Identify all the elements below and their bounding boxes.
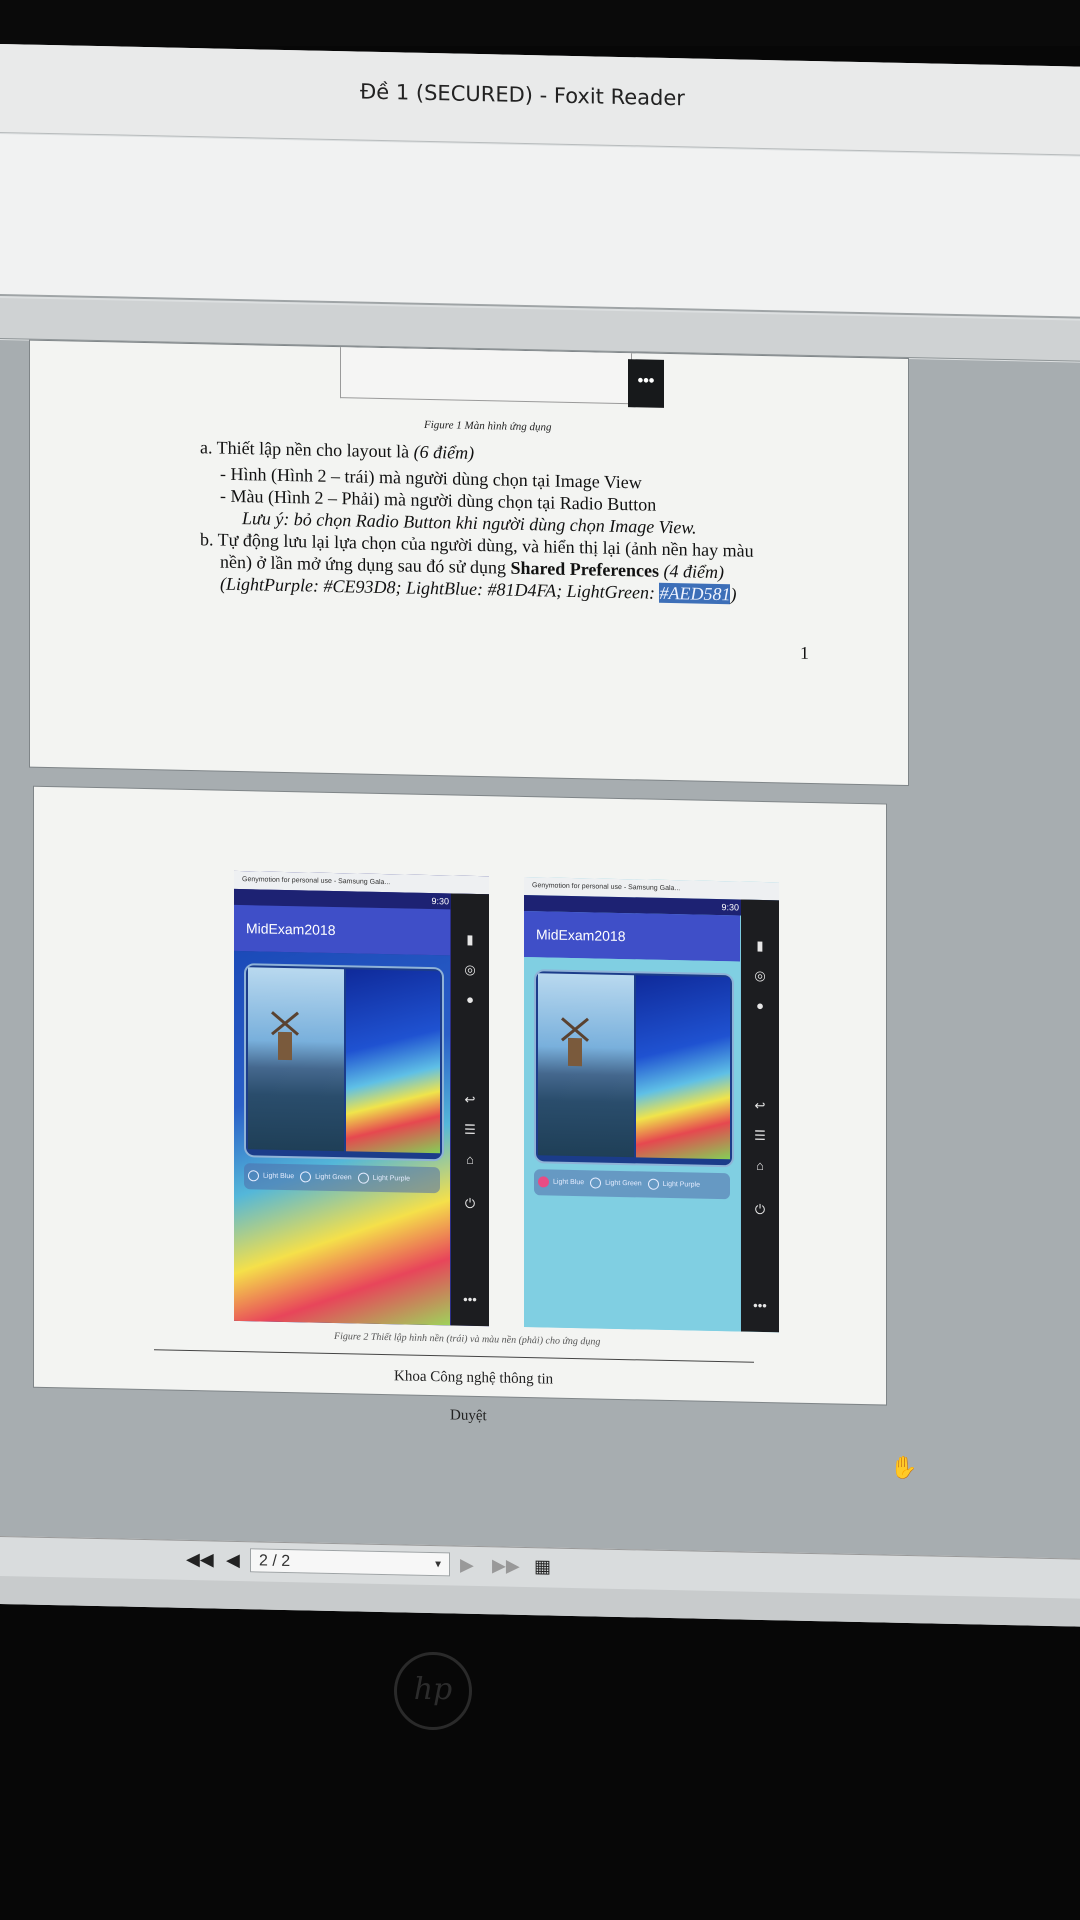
- item-a-text: a. Thiết lập nền cho layout là: [200, 437, 410, 462]
- gps-icon[interactable]: ◎: [750, 966, 770, 986]
- figure2-caption: Figure 2 Thiết lập hình nền (trái) và mà…: [334, 1330, 601, 1348]
- landscape-image[interactable]: [248, 967, 344, 1152]
- radio-light-blue[interactable]: [248, 1169, 259, 1182]
- more-icon[interactable]: •••: [460, 1290, 480, 1310]
- app-bar: MidExam2018: [234, 904, 450, 956]
- figure1-image-frame: [340, 347, 632, 405]
- radio-light-purple[interactable]: [357, 1172, 369, 1184]
- page-number: 1: [800, 642, 809, 663]
- monitor-bezel-top: [0, 0, 1080, 46]
- emulator-screenshot-right: Genymotion for personal use - Samsung Ga…: [524, 876, 779, 1333]
- emulator-sidebar: ▮ ◎ ● ↩ ☰ ⌂ ⏻ •••: [741, 899, 779, 1333]
- separator-line: [154, 1349, 754, 1363]
- radio-label: Light Green: [315, 1173, 352, 1182]
- home-icon[interactable]: ⌂: [460, 1150, 480, 1170]
- document-workspace[interactable]: ••• Figure 1 Màn hình ứng dụng a. Thiết …: [0, 340, 1080, 1559]
- document-page-2: Genymotion for personal use - Samsung Ga…: [34, 786, 886, 1405]
- status-time: 9:30: [431, 896, 449, 907]
- windmill-shape: [278, 1031, 292, 1061]
- battery-icon[interactable]: ▮: [460, 930, 480, 950]
- page-number-field[interactable]: 2 / 2 ▼: [250, 1548, 450, 1577]
- page-indicator: 2 / 2: [259, 1552, 291, 1571]
- app-bar: MidExam2018: [524, 910, 740, 962]
- colors-suffix: ): [730, 584, 737, 605]
- back-icon[interactable]: ↩: [750, 1096, 770, 1116]
- foxit-reader-window: Đề 1 (SECURED) - Foxit Reader ••• Figure…: [0, 44, 1080, 1627]
- radio-label: Light Purple: [662, 1180, 700, 1189]
- radio-group: Light Blue Light Green Light Purple: [244, 1163, 440, 1194]
- item-a-points: (6 điểm): [413, 441, 475, 463]
- radio-label: Light Blue: [263, 1172, 295, 1181]
- windmill-shape: [568, 1037, 582, 1067]
- radio-group: Light Blue Light Green Light Purple: [534, 1169, 730, 1200]
- app-content: Light Blue Light Green Light Purple: [524, 956, 740, 1332]
- emulator-sidebar: ▮ ◎ ● ↩ ☰ ⌂ ⏻ •••: [451, 893, 489, 1327]
- radio-label: Light Green: [605, 1179, 642, 1188]
- prev-page-icon[interactable]: ◀: [226, 1550, 240, 1571]
- image-view-row[interactable]: [534, 969, 734, 1168]
- camera-icon[interactable]: ●: [460, 990, 480, 1010]
- camera-icon[interactable]: ●: [750, 996, 770, 1016]
- battery-icon[interactable]: ▮: [750, 936, 770, 956]
- radio-light-green[interactable]: [590, 1177, 602, 1189]
- image-view-row[interactable]: [244, 963, 444, 1162]
- window-title: Đề 1 (SECURED) - Foxit Reader: [360, 79, 685, 111]
- radio-light-green[interactable]: [300, 1170, 312, 1183]
- shared-preferences-text: Shared Preferences: [510, 557, 659, 581]
- radio-label: Light Blue: [553, 1178, 585, 1187]
- more-options-button[interactable]: •••: [628, 359, 664, 408]
- department-text: Khoa Công nghệ thông tin: [394, 1368, 554, 1388]
- landscape-image[interactable]: [538, 973, 634, 1158]
- approved-text: Duyệt: [450, 1407, 487, 1425]
- page-layout-icon[interactable]: ▦: [534, 1556, 551, 1577]
- abstract-image[interactable]: [346, 969, 440, 1154]
- item-b-points: (4 điểm): [663, 560, 724, 583]
- more-icon[interactable]: •••: [750, 1296, 770, 1316]
- power-icon[interactable]: ⏻: [460, 1194, 480, 1214]
- home-icon[interactable]: ⌂: [750, 1156, 770, 1176]
- first-page-icon[interactable]: ◀◀: [186, 1549, 214, 1571]
- menu-icon[interactable]: ☰: [460, 1120, 480, 1140]
- document-page-1: ••• Figure 1 Màn hình ứng dụng a. Thiết …: [30, 340, 908, 786]
- item-a: a. Thiết lập nền cho layout là (6 điểm): [200, 436, 474, 464]
- back-icon[interactable]: ↩: [460, 1090, 480, 1110]
- app-content: Light Blue Light Green Light Purple: [234, 950, 450, 1326]
- figure1-caption: Figure 1 Màn hình ứng dụng: [424, 418, 552, 434]
- hp-logo-icon: hp: [394, 1652, 472, 1730]
- radio-light-blue[interactable]: [538, 1175, 549, 1188]
- status-time: 9:30: [721, 902, 739, 913]
- menu-icon[interactable]: ☰: [750, 1126, 770, 1146]
- radio-light-purple[interactable]: [647, 1178, 659, 1190]
- last-page-icon[interactable]: ▶▶: [492, 1555, 520, 1577]
- chevron-down-icon[interactable]: ▼: [433, 1553, 443, 1577]
- radio-label: Light Purple: [372, 1174, 410, 1183]
- hand-cursor-icon: ✋: [890, 1454, 918, 1481]
- emulator-screenshot-left: Genymotion for personal use - Samsung Ga…: [234, 870, 489, 1327]
- ribbon-toolbar: [0, 134, 1080, 319]
- next-page-icon[interactable]: ▶: [460, 1555, 474, 1576]
- power-icon[interactable]: ⏻: [750, 1200, 770, 1220]
- selected-color-text[interactable]: #AED581: [659, 582, 731, 605]
- gps-icon[interactable]: ◎: [460, 960, 480, 980]
- abstract-image[interactable]: [636, 975, 730, 1160]
